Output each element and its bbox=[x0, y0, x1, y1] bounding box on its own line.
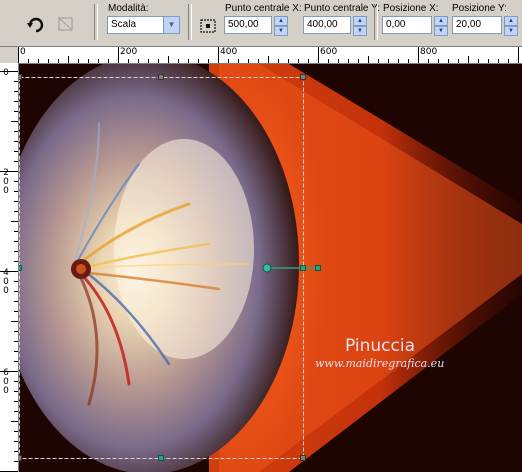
center-y-spinner[interactable]: ▲ ▼ bbox=[353, 16, 367, 36]
artwork bbox=[19, 64, 522, 472]
transform-disabled-icon[interactable] bbox=[54, 12, 78, 36]
pos-x-label: Posizione X: bbox=[383, 3, 439, 14]
center-point-icon[interactable] bbox=[196, 14, 220, 38]
toolbar-separator bbox=[94, 4, 98, 40]
center-x-spinner[interactable]: ▲ ▼ bbox=[274, 16, 288, 36]
pos-y-input[interactable]: 20,00 bbox=[452, 16, 502, 34]
ruler-label: 200 bbox=[120, 47, 138, 57]
reset-icon[interactable] bbox=[24, 12, 48, 36]
resize-handle-bottom-right[interactable] bbox=[300, 455, 306, 461]
image-canvas[interactable]: Pinuccia www.maidiregrafica.eu bbox=[19, 64, 522, 472]
watermark-url: www.maidiregrafica.eu bbox=[315, 357, 445, 370]
resize-handle-right[interactable] bbox=[300, 265, 306, 271]
resize-handle-top-left[interactable] bbox=[19, 74, 22, 80]
ruler-corner bbox=[0, 47, 18, 63]
chevron-down-icon[interactable]: ▼ bbox=[163, 17, 179, 33]
ruler-label: 600 bbox=[320, 47, 338, 57]
vertical-ruler[interactable]: 0 200 400 600 bbox=[0, 63, 19, 472]
ruler-label: 0 bbox=[3, 68, 9, 78]
center-y-input[interactable]: 400,00 bbox=[303, 16, 351, 34]
pos-x-spinner[interactable]: ▲ ▼ bbox=[434, 16, 448, 36]
resize-handle-top[interactable] bbox=[158, 74, 164, 80]
watermark-name: Pinuccia bbox=[345, 336, 415, 356]
rotation-handle[interactable] bbox=[315, 265, 321, 271]
flower-center-core bbox=[76, 264, 86, 274]
mode-select-value: Scala bbox=[111, 19, 137, 30]
ruler-label: 400 bbox=[3, 268, 9, 296]
pos-y-label: Posizione Y: bbox=[452, 3, 507, 14]
ruler-label: 200 bbox=[3, 168, 9, 196]
mode-label: Modalità: bbox=[108, 3, 149, 14]
ruler-label: 400 bbox=[220, 47, 238, 57]
toolbar: Modalità: Scala ▼ Punto centrale X: 500,… bbox=[0, 0, 522, 47]
toolbar-separator bbox=[188, 4, 192, 40]
resize-handle-left[interactable] bbox=[19, 265, 22, 271]
rotation-pivot[interactable] bbox=[262, 263, 272, 273]
resize-handle-bottom[interactable] bbox=[158, 455, 164, 461]
resize-handle-bottom-left[interactable] bbox=[19, 455, 22, 461]
pos-y-spinner[interactable]: ▲ ▼ bbox=[504, 16, 518, 36]
resize-handle-top-right[interactable] bbox=[300, 74, 306, 80]
center-x-label: Punto centrale X: bbox=[225, 3, 302, 14]
ruler-label: 0 bbox=[20, 47, 26, 57]
horizontal-ruler[interactable]: 0 200 400 600 800 bbox=[18, 47, 522, 64]
mode-select[interactable]: Scala ▼ bbox=[107, 16, 180, 34]
pos-x-input[interactable]: 0,00 bbox=[382, 16, 432, 34]
center-x-input[interactable]: 500,00 bbox=[224, 16, 272, 34]
ruler-label: 800 bbox=[420, 47, 438, 57]
toolbar-separator bbox=[374, 4, 378, 40]
ruler-label: 600 bbox=[3, 368, 9, 396]
ruler-ticks bbox=[18, 47, 519, 63]
center-y-label: Punto centrale Y: bbox=[304, 3, 380, 14]
